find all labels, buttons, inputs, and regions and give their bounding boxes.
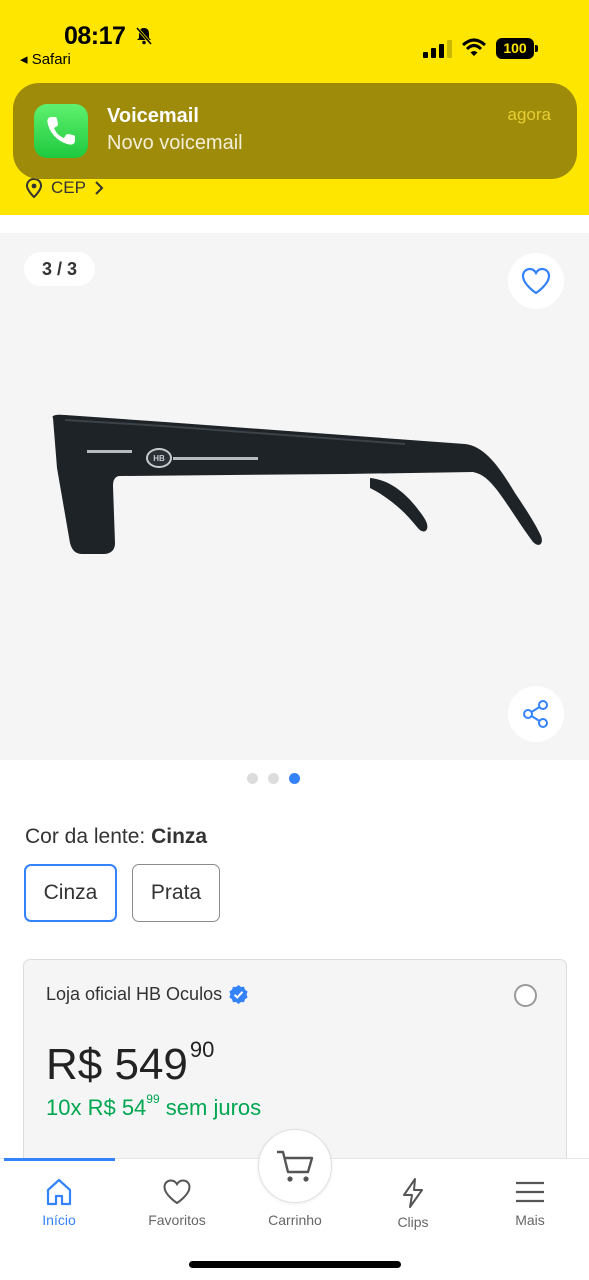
nav-item-favoritos[interactable]: Favoritos: [127, 1177, 227, 1237]
nav-label-carrinho[interactable]: Carrinho: [245, 1212, 345, 1228]
nav-item-inicio[interactable]: Início: [9, 1177, 109, 1237]
favorite-button[interactable]: [508, 253, 564, 309]
share-icon: [523, 700, 548, 728]
phone-icon: [34, 104, 88, 158]
product-image-sunglasses: HB: [52, 414, 542, 554]
lens-option-cinza[interactable]: Cinza: [24, 864, 117, 922]
menu-icon: [516, 1181, 544, 1203]
notification-time: agora: [507, 105, 551, 124]
nav-item-carrinho[interactable]: [258, 1129, 332, 1203]
status-bar: 08:17 ◂ Safari 100: [0, 0, 589, 70]
installments: 10x R$ 5499 sem juros: [46, 1091, 262, 1120]
price-main: R$ 549: [46, 1040, 188, 1089]
battery-icon: 100: [496, 38, 538, 59]
lightning-icon: [403, 1178, 423, 1208]
gallery-counter: 3 / 3: [24, 252, 95, 286]
store-name[interactable]: Loja oficial HB Oculos: [46, 984, 249, 1005]
nav-item-mais[interactable]: Mais: [480, 1177, 580, 1237]
signal-icon: [423, 40, 452, 58]
product-gallery[interactable]: 3 / 3 HB: [0, 233, 589, 760]
notification-message: Novo voicemail: [107, 132, 243, 154]
silent-bell-icon: [135, 27, 153, 45]
heart-icon: [521, 267, 551, 295]
nav-item-clips[interactable]: Clips: [363, 1177, 463, 1237]
verified-badge-icon: [229, 985, 248, 1004]
home-icon: [46, 1178, 72, 1206]
pagination-dot[interactable]: [247, 773, 258, 784]
gallery-pagination: [247, 773, 300, 784]
pagination-dot-active[interactable]: [289, 773, 300, 784]
cart-icon: [277, 1150, 314, 1182]
nav-active-indicator: [4, 1158, 115, 1161]
svg-text:HB: HB: [153, 454, 165, 463]
offer-radio[interactable]: [514, 984, 537, 1007]
cep-location[interactable]: CEP: [25, 176, 104, 200]
chevron-right-icon: [95, 181, 104, 195]
cep-label: CEP: [51, 178, 86, 197]
share-button[interactable]: [508, 686, 564, 742]
back-to-safari[interactable]: ◂ Safari: [20, 50, 71, 68]
lens-option-prata[interactable]: Prata: [132, 864, 220, 922]
lens-color-selected: Cinza: [151, 825, 208, 848]
pagination-dot[interactable]: [268, 773, 279, 784]
status-time: 08:17: [64, 22, 126, 50]
location-pin-icon: [25, 178, 43, 198]
heart-icon: [163, 1179, 191, 1205]
notification-title: Voicemail: [107, 105, 199, 127]
wifi-icon: [462, 38, 486, 56]
lens-color-label: Cor da lente: Cinza: [25, 825, 208, 848]
price: R$ 54990: [46, 1037, 215, 1090]
price-cents: 90: [189, 1037, 215, 1062]
home-indicator[interactable]: [189, 1261, 401, 1268]
notification-banner[interactable]: Voicemail Novo voicemail agora: [13, 83, 577, 179]
